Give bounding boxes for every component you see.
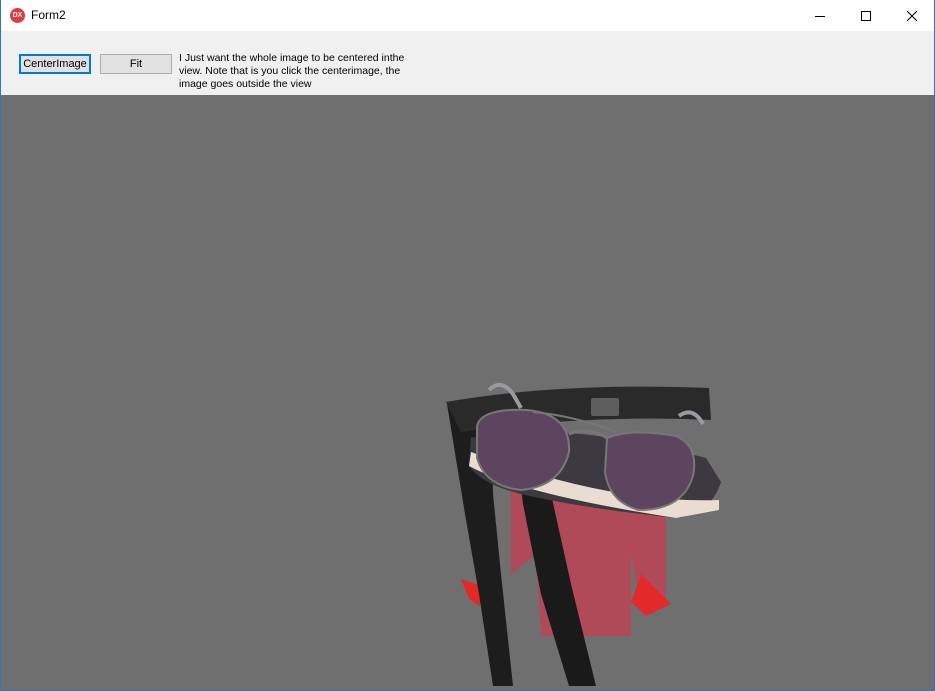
devexpress-app-icon: DX [10, 8, 25, 23]
center-image-button[interactable]: CenterImage [19, 54, 91, 74]
minimize-icon [815, 15, 825, 17]
form2-window: DX Form2 CenterImage Fit I Just want the… [0, 0, 935, 691]
maximize-icon [861, 10, 871, 21]
close-button[interactable] [889, 0, 934, 31]
title-bar[interactable]: DX Form2 [1, 0, 934, 31]
minimize-button[interactable] [797, 0, 843, 31]
toolbar-panel: CenterImage Fit I Just want the whole im… [1, 31, 934, 95]
image-viewer[interactable] [1, 95, 934, 690]
window-title: Form2 [31, 8, 66, 22]
fashion-collage-image [446, 382, 721, 686]
fit-button[interactable]: Fit [100, 54, 172, 74]
close-icon [907, 10, 917, 21]
maximize-button[interactable] [843, 0, 889, 31]
instruction-label: I Just want the whole image to be center… [179, 52, 405, 90]
